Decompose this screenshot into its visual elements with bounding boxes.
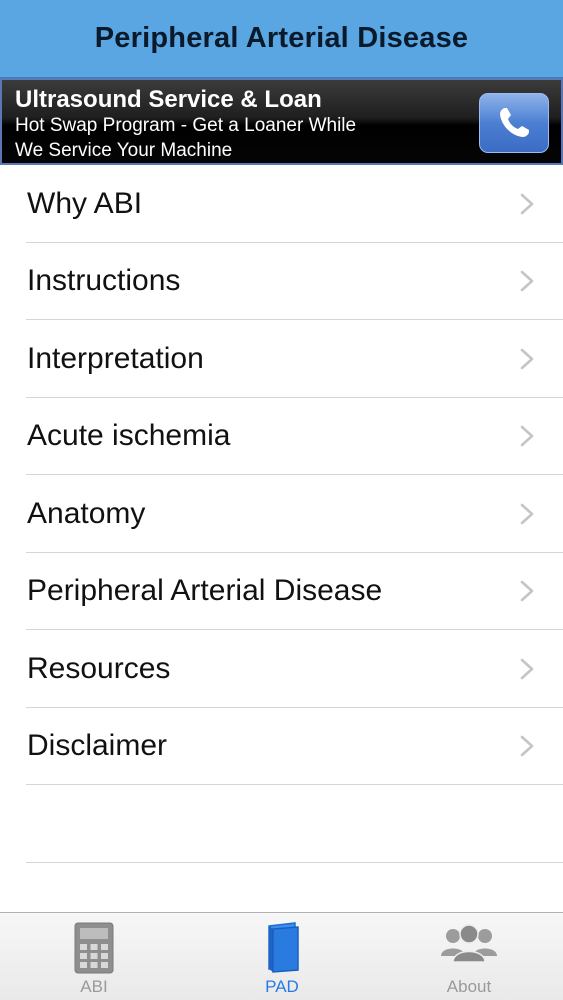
tab-label: About	[446, 977, 492, 996]
menu-item-anatomy[interactable]: Anatomy	[0, 475, 563, 553]
chevron-right-icon	[520, 503, 534, 525]
menu-item-label: Disclaimer	[27, 729, 168, 763]
ad-title: Ultrasound Service & Loan	[15, 86, 322, 113]
ad-banner[interactable]: Ultrasound Service & Loan Hot Swap Progr…	[0, 78, 563, 165]
tab-label: ABI	[80, 977, 108, 996]
book-icon	[268, 922, 299, 973]
menu-item-why-abi[interactable]: Why ABI	[0, 165, 563, 243]
chevron-right-icon	[520, 193, 534, 215]
chevron-right-icon	[520, 270, 534, 292]
menu-item-acute-ischemia[interactable]: Acute ischemia	[0, 398, 563, 476]
menu-item-instructions[interactable]: Instructions	[0, 243, 563, 321]
menu-item-label: Resources	[27, 651, 171, 685]
menu-item-interpretation[interactable]: Interpretation	[0, 320, 563, 398]
page-title: Peripheral Arterial Disease	[94, 22, 469, 54]
ad-subtitle-line-2: We Service Your Machine	[15, 140, 233, 161]
menu-item-resources[interactable]: Resources	[0, 630, 563, 708]
chevron-right-icon	[520, 580, 534, 602]
ad-subtitle-line-1: Hot Swap Program - Get a Loaner While	[15, 115, 357, 136]
tab-about[interactable]: About	[375, 913, 563, 1000]
tab-abi[interactable]: ABI	[0, 913, 188, 1000]
menu-list: Why ABI Instructions Interpretation Acut…	[0, 165, 563, 863]
tab-bar: ABI PAD About	[0, 912, 563, 1000]
tab-pad[interactable]: PAD	[188, 913, 376, 1000]
calculator-icon	[74, 922, 114, 974]
menu-item-label: Interpretation	[27, 341, 204, 375]
navigation-bar: Peripheral Arterial Disease	[0, 0, 563, 78]
menu-item-disclaimer[interactable]: Disclaimer	[0, 708, 563, 786]
menu-item-peripheral-arterial-disease[interactable]: Peripheral Arterial Disease	[0, 553, 563, 631]
chevron-right-icon	[520, 735, 534, 757]
chevron-right-icon	[520, 425, 534, 447]
menu-item-label: Why ABI	[27, 186, 143, 220]
menu-item-label: Peripheral Arterial Disease	[27, 574, 383, 608]
tab-label: PAD	[265, 977, 299, 996]
people-icon	[441, 924, 497, 963]
phone-icon	[500, 108, 529, 137]
menu-item-label: Instructions	[27, 264, 181, 298]
empty-row	[0, 785, 563, 863]
menu-item-label: Anatomy	[27, 496, 146, 530]
chevron-right-icon	[520, 348, 534, 370]
menu-item-label: Acute ischemia	[27, 419, 231, 453]
call-button[interactable]	[479, 93, 549, 153]
chevron-right-icon	[520, 658, 534, 680]
